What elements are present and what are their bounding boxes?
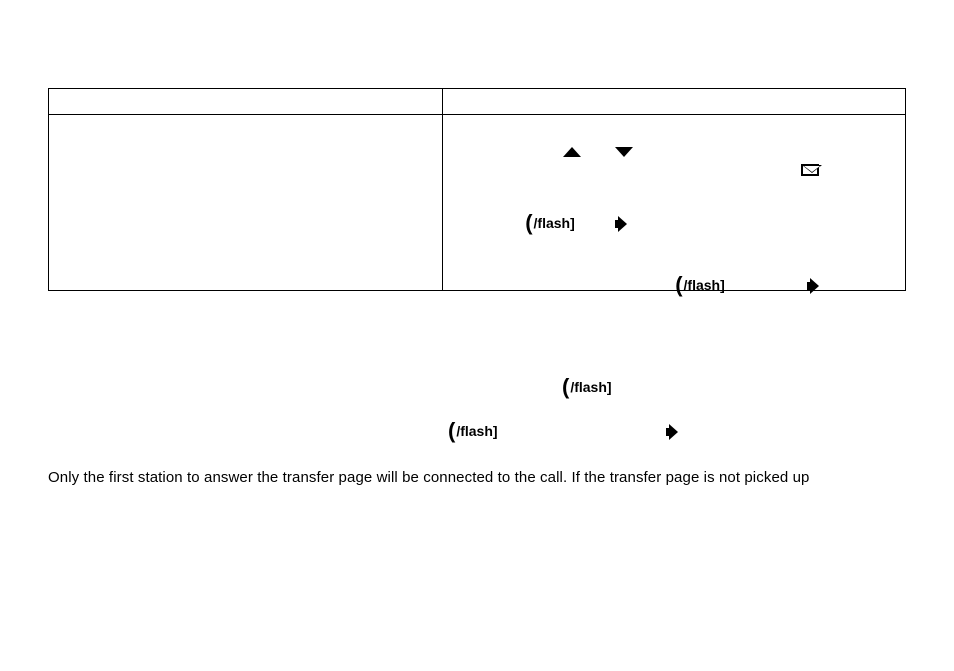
speaker-icon	[807, 278, 821, 294]
flash-key-label-4: ( /flash]	[448, 423, 498, 439]
envelope-icon	[801, 164, 819, 176]
bracket-icon: (	[562, 380, 569, 394]
flash-key-label-1: ( /flash]	[525, 215, 575, 231]
speaker-icon-wrap-3	[666, 423, 680, 440]
flash-key-label-3: ( /flash]	[562, 379, 612, 395]
body-paragraph: Only the first station to answer the tra…	[48, 469, 809, 486]
flash-key-label-2: ( /flash]	[675, 277, 725, 293]
body-cell-left	[49, 115, 443, 291]
speaker-icon-wrap-2	[807, 277, 821, 294]
body-cell-right: ( /flash] ( /flash]	[443, 115, 906, 291]
table-body-row: ( /flash] ( /flash]	[49, 115, 906, 291]
flash-text: /flash]	[684, 277, 725, 293]
triangle-down-icon	[615, 147, 633, 157]
header-cell-right	[443, 89, 906, 115]
bracket-icon: (	[675, 278, 682, 292]
flash-text: /flash]	[534, 215, 575, 231]
flash-text: /flash]	[456, 423, 497, 439]
speaker-icon	[666, 424, 680, 440]
arrow-group	[563, 143, 633, 159]
bracket-icon: (	[525, 216, 532, 230]
below-table-section: ( /flash] ( /flash] Only the first stati…	[48, 363, 906, 563]
speaker-icon-wrap-1	[615, 215, 629, 232]
document-page: ( /flash] ( /flash]	[0, 0, 954, 563]
envelope-icon-wrap	[801, 161, 819, 177]
speaker-icon	[615, 216, 629, 232]
table-header-row	[49, 89, 906, 115]
bracket-icon: (	[448, 424, 455, 438]
flash-text: /flash]	[570, 379, 611, 395]
instruction-table: ( /flash] ( /flash]	[48, 88, 906, 291]
header-cell-left	[49, 89, 443, 115]
triangle-up-icon	[563, 147, 581, 157]
